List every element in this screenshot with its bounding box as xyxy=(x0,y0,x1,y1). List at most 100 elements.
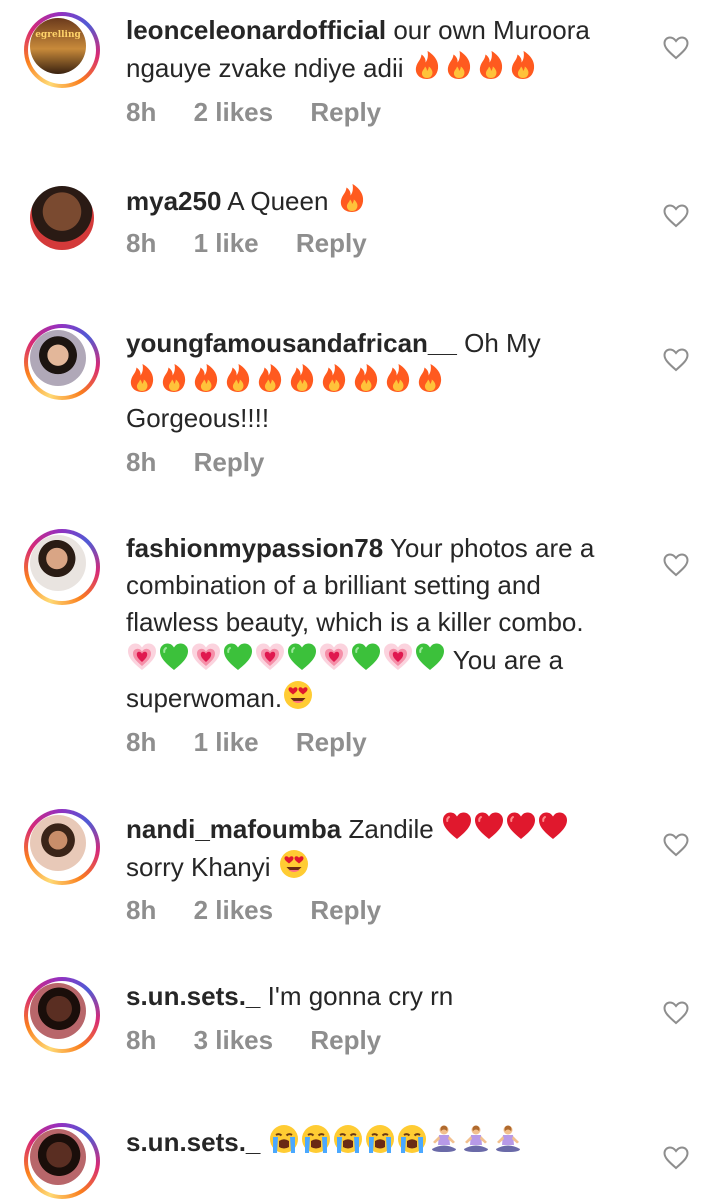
fire-icon xyxy=(350,362,382,394)
comment-likes[interactable]: 3 likes xyxy=(194,1025,274,1055)
comment-text-2: sorry Khanyi xyxy=(126,852,271,882)
comment-username[interactable]: s.un.sets._ xyxy=(126,1127,260,1157)
comment-text-2: Gorgeous!!!! xyxy=(126,403,270,433)
avatar[interactable] xyxy=(24,977,100,1053)
green-heart-icon xyxy=(414,641,446,673)
avatar[interactable] xyxy=(30,186,94,250)
growing-heart-icon xyxy=(126,641,158,673)
comment-emoji-2 xyxy=(282,681,314,713)
comment-username[interactable]: fashionmypassion78 xyxy=(126,533,383,563)
avatar-logo: egrelling xyxy=(35,30,81,40)
comment-time: 8h xyxy=(126,447,157,477)
loudly-crying-face-icon xyxy=(300,1123,332,1155)
reply-button[interactable]: Reply xyxy=(310,1025,381,1055)
reply-button[interactable]: Reply xyxy=(296,727,367,757)
reply-button[interactable]: Reply xyxy=(310,895,381,925)
fire-icon xyxy=(254,362,286,394)
red-heart-icon xyxy=(473,810,505,842)
comment-meta: 8h 2 likes Reply xyxy=(126,97,411,128)
fire-icon xyxy=(475,49,507,81)
red-heart-icon xyxy=(505,810,537,842)
avatar[interactable]: egrelling xyxy=(24,12,100,88)
comment-emoji xyxy=(126,364,446,396)
growing-heart-icon xyxy=(318,641,350,673)
loudly-crying-face-icon xyxy=(268,1123,300,1155)
fire-icon xyxy=(414,362,446,394)
comment-username[interactable]: leonceleonardofficial xyxy=(126,15,386,45)
comment-emoji xyxy=(336,184,368,216)
comment-username[interactable]: youngfamousandafrican__ xyxy=(126,328,457,358)
comment-body: mya250 A Queen xyxy=(126,182,626,220)
comment-meta: 8h Reply xyxy=(126,447,294,478)
comment-likes[interactable]: 1 like xyxy=(194,727,259,757)
comment-emoji xyxy=(404,51,539,83)
loudly-crying-face-icon xyxy=(364,1123,396,1155)
like-heart-icon[interactable] xyxy=(663,553,689,577)
comment-time: 8h xyxy=(126,727,157,757)
comment-text: Oh My xyxy=(464,328,541,358)
avatar[interactable] xyxy=(24,809,100,885)
fire-icon xyxy=(190,362,222,394)
comment-body: s.un.sets._ I'm gonna cry rn xyxy=(126,978,626,1015)
comment-time: 8h xyxy=(126,895,157,925)
comment-text: Zandile xyxy=(348,814,434,844)
like-heart-icon[interactable] xyxy=(663,348,689,372)
comment-emoji-2 xyxy=(278,850,310,882)
comment-time: 8h xyxy=(126,1025,157,1055)
fire-icon xyxy=(382,362,414,394)
green-heart-icon xyxy=(222,641,254,673)
like-heart-icon[interactable] xyxy=(663,833,689,857)
comment-body: nandi_mafoumba Zandile sorry Khanyi xyxy=(126,810,626,886)
heart-eyes-icon xyxy=(282,679,314,711)
heart-eyes-icon xyxy=(278,848,310,880)
fire-icon xyxy=(443,49,475,81)
avatar[interactable] xyxy=(24,324,100,400)
fire-icon xyxy=(286,362,318,394)
loudly-crying-face-icon xyxy=(332,1123,364,1155)
reply-button[interactable]: Reply xyxy=(310,97,381,127)
comment-meta: 8h 2 likes Reply xyxy=(126,895,411,926)
like-heart-icon[interactable] xyxy=(663,1001,689,1025)
comment-text: I'm gonna cry rn xyxy=(267,981,454,1011)
growing-heart-icon xyxy=(382,641,414,673)
like-heart-icon[interactable] xyxy=(663,36,689,60)
growing-heart-icon xyxy=(190,641,222,673)
comment-likes[interactable]: 2 likes xyxy=(194,97,274,127)
growing-heart-icon xyxy=(254,641,286,673)
comment-username[interactable]: nandi_mafoumba xyxy=(126,814,341,844)
avatar[interactable] xyxy=(24,1123,100,1199)
comment-text: A Queen xyxy=(227,186,329,216)
comment-time: 8h xyxy=(126,228,157,258)
red-heart-icon xyxy=(441,810,473,842)
comment-username[interactable]: mya250 xyxy=(126,186,221,216)
fire-icon xyxy=(411,49,443,81)
comment-meta: 8h 1 like Reply xyxy=(126,727,397,758)
comment-body: s.un.sets._ xyxy=(126,1123,626,1161)
comment-likes[interactable]: 2 likes xyxy=(194,895,274,925)
comment-body: youngfamousandafrican__ Oh My Gorgeous!!… xyxy=(126,325,626,437)
avatar[interactable] xyxy=(24,529,100,605)
comment-username[interactable]: s.un.sets._ xyxy=(126,981,260,1011)
reply-button[interactable]: Reply xyxy=(194,447,265,477)
person-in-lotus-position-icon xyxy=(428,1123,460,1155)
red-heart-icon xyxy=(537,810,569,842)
comment-meta: 8h 3 likes Reply xyxy=(126,1025,411,1056)
comment-time: 8h xyxy=(126,97,157,127)
comment-body: fashionmypassion78 Your photos are a com… xyxy=(126,530,626,717)
comment-body: leonceleonardofficial our own Muroora ng… xyxy=(126,12,626,87)
fire-icon xyxy=(126,362,158,394)
comment-emoji xyxy=(268,1125,524,1157)
green-heart-icon xyxy=(158,641,190,673)
loudly-crying-face-icon xyxy=(396,1123,428,1155)
like-heart-icon[interactable] xyxy=(663,1146,689,1170)
person-in-lotus-position-icon xyxy=(460,1123,492,1155)
green-heart-icon xyxy=(286,641,318,673)
comment-likes[interactable]: 1 like xyxy=(194,228,259,258)
like-heart-icon[interactable] xyxy=(663,204,689,228)
fire-icon xyxy=(158,362,190,394)
green-heart-icon xyxy=(350,641,382,673)
comment-emoji xyxy=(126,643,453,675)
reply-button[interactable]: Reply xyxy=(296,228,367,258)
fire-icon xyxy=(336,182,368,214)
fire-icon xyxy=(222,362,254,394)
